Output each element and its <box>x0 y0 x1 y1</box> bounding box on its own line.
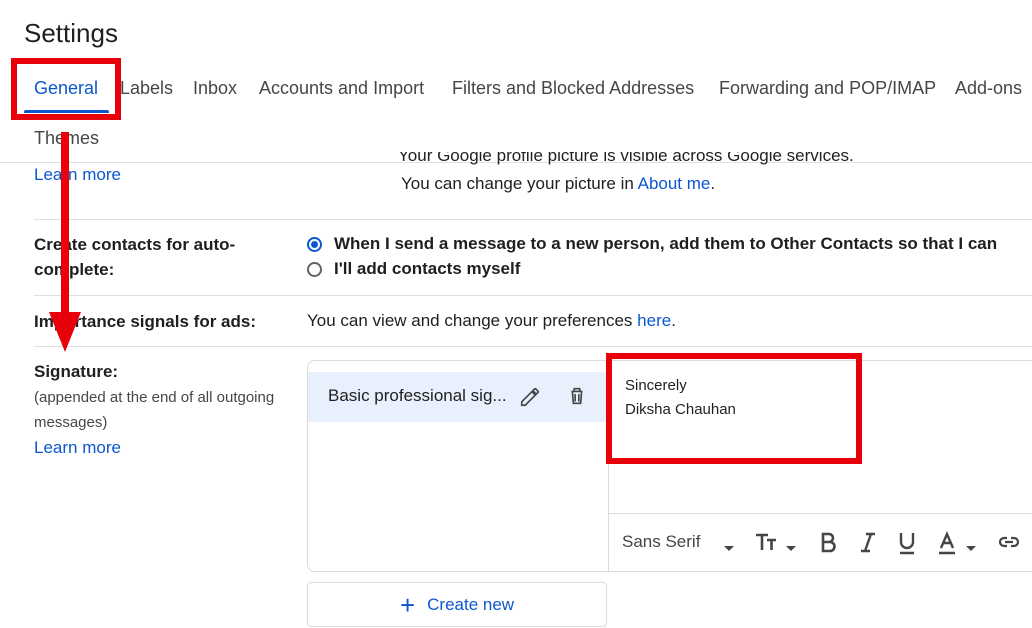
change-picture-text: You can change your picture in About me. <box>401 174 715 194</box>
signature-list-item[interactable]: Basic professional sig... <box>308 372 608 422</box>
text-size-icon[interactable] <box>754 531 780 558</box>
signature-sublabel-line1: (appended at the end of all outgoing <box>34 389 275 406</box>
bold-icon[interactable] <box>819 531 837 558</box>
signature-label: Signature: <box>34 362 119 381</box>
auto-complete-option-add[interactable]: When I send a message to a new person, a… <box>307 234 997 254</box>
radio-checked-icon[interactable] <box>307 236 322 252</box>
text-size-caret-icon[interactable] <box>785 538 797 558</box>
font-family-value: Sans Serif <box>622 532 701 551</box>
font-family-select[interactable]: Sans Serif <box>622 532 700 552</box>
page-title: Settings <box>24 18 118 48</box>
signature-text-highlight <box>606 353 862 464</box>
radio-unchecked-icon[interactable] <box>307 261 322 277</box>
tab-forwarding-and-pop-imap[interactable]: Forwarding and POP/IMAP <box>719 78 936 99</box>
about-me-link[interactable]: About me <box>638 174 711 193</box>
underline-icon[interactable] <box>898 531 916 560</box>
signature-sublabel: (appended at the end of all outgoing mes… <box>34 385 274 435</box>
change-picture-prefix: You can change your picture in <box>401 174 638 193</box>
tab-inbox[interactable]: Inbox <box>193 78 237 99</box>
settings-page: Settings General Labels Inbox Accounts a… <box>0 0 1032 628</box>
change-picture-suffix: . <box>710 174 716 193</box>
annotation-arrow-line <box>61 132 69 332</box>
delete-trash-icon[interactable] <box>566 385 588 412</box>
tab-add-ons[interactable]: Add-ons <box>955 78 1022 99</box>
text-color-icon[interactable] <box>937 530 957 560</box>
edit-pencil-icon[interactable] <box>519 386 541 413</box>
auto-complete-option-manual[interactable]: I'll add contacts myself <box>307 259 520 279</box>
annotation-arrow-head <box>49 312 81 352</box>
tab-accounts-and-import[interactable]: Accounts and Import <box>259 78 424 99</box>
signature-item-name: Basic professional sig... <box>328 386 507 405</box>
general-tab-highlight <box>11 58 121 120</box>
importance-text-prefix: You can view and change your preferences <box>307 311 638 330</box>
section-divider <box>34 346 1032 347</box>
formatting-toolbar: Sans Serif <box>609 513 1032 571</box>
tab-filters-and-blocked-addresses[interactable]: Filters and Blocked Addresses <box>452 78 694 99</box>
auto-complete-option-manual-label: I'll add contacts myself <box>334 259 521 278</box>
create-new-signature-button[interactable]: + Create new <box>307 582 607 627</box>
link-icon[interactable] <box>997 532 1021 557</box>
create-new-label: Create new <box>427 594 515 614</box>
auto-complete-option-add-label: When I send a message to a new person, a… <box>334 234 998 253</box>
text-color-caret-icon[interactable] <box>965 538 977 558</box>
italic-icon[interactable] <box>859 531 877 558</box>
tab-labels[interactable]: Labels <box>120 78 173 99</box>
section-divider <box>34 219 1032 220</box>
signature-learn-more-link[interactable]: Learn more <box>34 438 121 458</box>
font-dropdown-caret-icon[interactable] <box>723 538 735 558</box>
section-divider <box>34 295 1032 296</box>
importance-text-suffix: . <box>671 311 676 330</box>
signature-list: Basic professional sig... <box>308 361 609 571</box>
preferences-here-link[interactable]: here <box>637 311 671 330</box>
signature-sublabel-line2: messages) <box>34 414 108 431</box>
picture-learn-more-link[interactable]: Learn more <box>34 165 121 185</box>
plus-icon: + <box>399 589 416 620</box>
importance-signals-text: You can view and change your preferences… <box>307 311 676 331</box>
